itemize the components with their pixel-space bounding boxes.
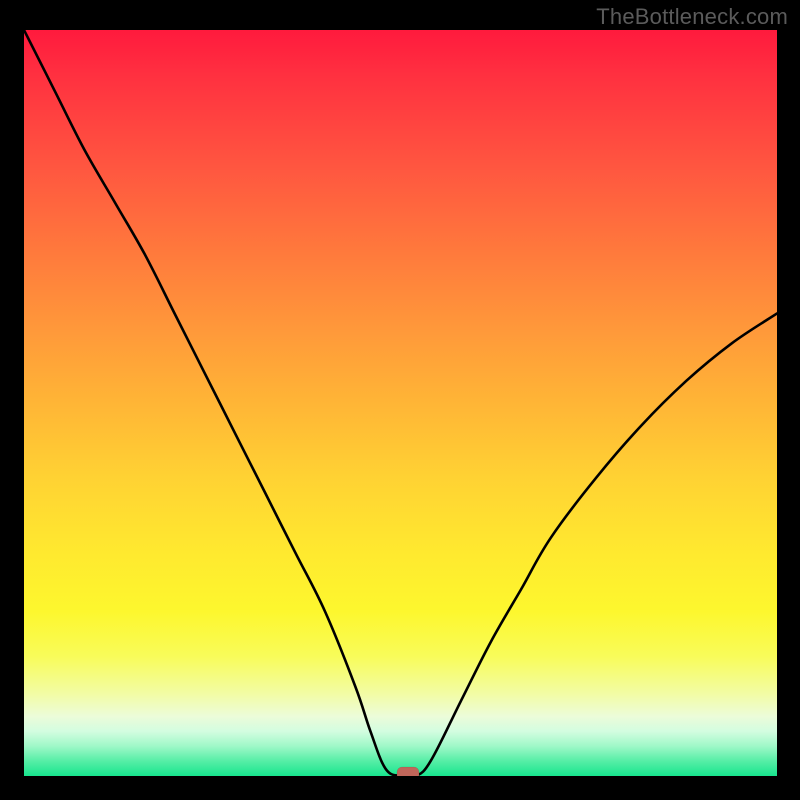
- plot-area: [24, 30, 777, 776]
- optimum-marker: [397, 767, 419, 776]
- bottleneck-curve: [24, 30, 777, 776]
- watermark-text: TheBottleneck.com: [596, 4, 788, 30]
- curve-layer: [24, 30, 777, 776]
- chart-frame: TheBottleneck.com: [0, 0, 800, 800]
